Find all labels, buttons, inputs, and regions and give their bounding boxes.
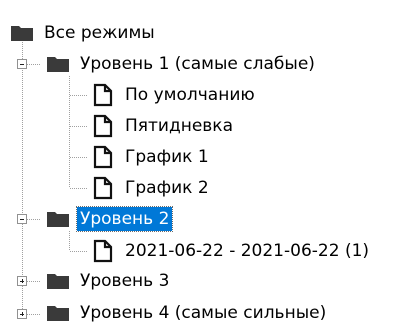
tree-node-label: Уровень 1 (самые слабые) [80,54,315,74]
folder-icon [11,26,33,41]
tree-node-date-range[interactable]: 2021-06-22 - 2021-06-22 (1) [93,235,372,267]
folder-icon [47,57,69,72]
tree-node-level-3[interactable]: Уровень 3 [46,265,172,297]
tree-node-level-4[interactable]: Уровень 4 (самые сильные) [46,297,329,329]
folder-icon [47,274,69,289]
tree-node-label: График 2 [125,178,209,198]
tree-node-root[interactable]: Все режимы [10,17,158,49]
folder-icon [47,306,69,321]
tree-node-schedule-2[interactable]: График 2 [93,172,212,204]
tree-node-level-2[interactable]: Уровень 2 [46,203,174,235]
tree-node-label: Пятидневка [125,116,233,136]
level-4-expand-toggle[interactable] [17,309,27,319]
tree-node-five-day[interactable]: Пятидневка [93,110,236,142]
level-2-collapse-toggle[interactable] [17,214,27,224]
tree-node-label: Все режимы [44,23,155,43]
document-icon [93,239,113,263]
document-icon [93,83,113,107]
folder-icon [47,212,69,227]
tree-node-schedule-1[interactable]: График 1 [93,141,212,173]
level-3-expand-toggle[interactable] [17,276,27,286]
document-icon [93,114,113,138]
tree-node-level-1[interactable]: Уровень 1 (самые слабые) [46,48,318,80]
mode-tree: Все режимы Уровень 1 (самые слабые) По у… [0,0,409,329]
tree-node-label: График 1 [125,147,209,167]
tree-node-default[interactable]: По умолчанию [93,79,258,111]
document-icon [93,176,113,200]
tree-node-label: Уровень 2 [75,206,174,232]
document-icon [93,145,113,169]
level-1-collapse-toggle[interactable] [17,59,27,69]
tree-node-label: 2021-06-22 - 2021-06-22 (1) [125,241,370,261]
tree-node-label: Уровень 4 (самые сильные) [80,303,327,323]
tree-node-label: По умолчанию [125,85,255,105]
tree-node-label: Уровень 3 [80,271,170,291]
